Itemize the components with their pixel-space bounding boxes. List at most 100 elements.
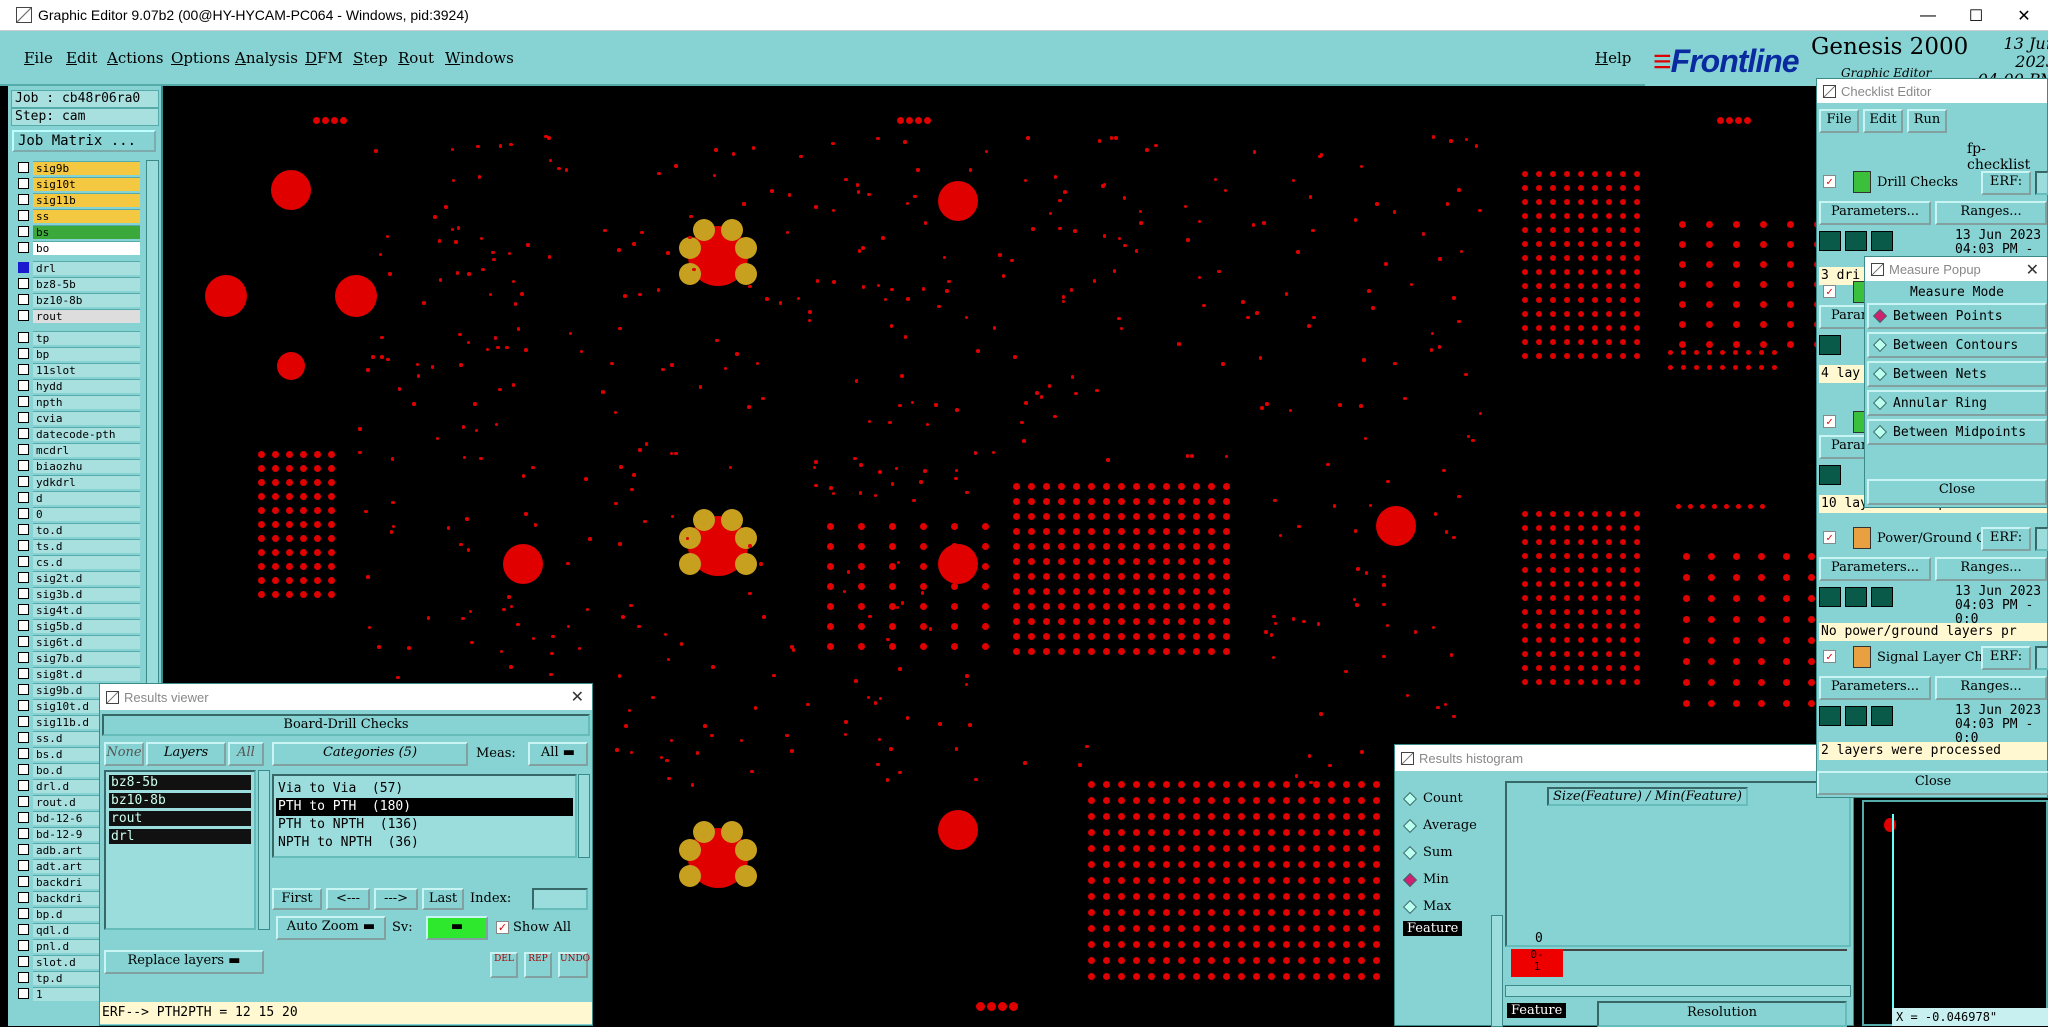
layer-row[interactable]: npth [12,394,140,409]
layer-row[interactable]: cvia [12,410,140,425]
layer-row[interactable]: sig6t.d [12,634,140,649]
layers-button[interactable]: Layers [146,742,226,766]
run-icons[interactable] [1819,465,1849,493]
layer-result-scrollbar[interactable] [258,770,270,930]
layer-row[interactable]: 11slot [12,362,140,377]
histogram-hscrollbar[interactable] [1505,985,1851,997]
replace-layers-dropdown[interactable]: Replace layers ▬ [104,950,264,974]
checklist-menu-run[interactable]: Run [1907,109,1947,133]
last-button[interactable]: Last [422,888,464,910]
histogram-left-scrollbar[interactable] [1491,915,1503,1027]
category-list[interactable]: Via to Via (57) PTH to PTH (180) PTH to NP… [272,774,577,858]
next-button[interactable]: ---> [374,888,418,910]
layer-result-list[interactable]: bz8-5b bz10-8b rout drl [104,770,256,930]
checklist-close-button[interactable]: Close [1817,771,2048,795]
layer-checkbox[interactable] [18,508,29,519]
layer-row[interactable]: cs.d [12,554,140,569]
layer-checkbox[interactable] [18,226,29,237]
none-button[interactable]: None [104,742,144,766]
checklist-menu-edit[interactable]: Edit [1863,109,1903,133]
layer-checkbox[interactable] [18,476,29,487]
layer-checkbox[interactable] [18,492,29,503]
result-layer-item[interactable]: bz8-5b [109,775,251,790]
layer-checkbox[interactable] [18,844,29,855]
result-layer-item[interactable]: bz10-8b [109,793,251,808]
layer-checkbox[interactable] [18,210,29,221]
layer-row[interactable]: 0 [12,506,140,521]
layer-row[interactable]: sig4t.d [12,602,140,617]
layer-row[interactable]: biaozhu [12,458,140,473]
layer-checkbox[interactable] [18,972,29,983]
del-icon[interactable]: DEL [490,952,518,978]
layer-row[interactable]: bp [12,346,140,361]
menu-step[interactable]: Step [353,49,388,67]
layer-checkbox[interactable] [18,412,29,423]
close-icon[interactable]: ✕ [2026,260,2039,280]
feature-selector[interactable]: Feature [1403,921,1463,936]
layer-checkbox[interactable] [18,364,29,375]
layer-row[interactable]: mcdrl [12,442,140,457]
layer-checkbox[interactable] [18,908,29,919]
layer-checkbox[interactable] [18,588,29,599]
layer-row[interactable]: bz10-8b [12,292,140,307]
check-erf-field[interactable] [2035,527,2048,551]
run-icons[interactable] [1819,587,1923,617]
layer-checkbox[interactable] [18,572,29,583]
layer-checkbox[interactable] [18,162,29,173]
menu-dfm[interactable]: DFM [305,49,343,67]
check-enable-checkbox[interactable]: ✓ [1823,415,1836,428]
layer-checkbox[interactable] [18,700,29,711]
layer-checkbox[interactable] [18,652,29,663]
run-icons[interactable] [1819,706,1923,736]
menu-options[interactable]: Options [171,49,230,67]
layer-checkbox[interactable] [18,860,29,871]
layer-checkbox[interactable] [18,178,29,189]
layer-checkbox[interactable] [18,332,29,343]
parameters-button[interactable]: Parameters... [1819,676,1931,700]
layer-checkbox[interactable] [18,988,29,999]
maximize-button[interactable]: ☐ [1952,0,2000,31]
layer-row[interactable]: sig10t [12,176,140,191]
layer-row[interactable]: sig3b.d [12,586,140,601]
first-button[interactable]: First [272,888,322,910]
layer-checkbox[interactable] [18,194,29,205]
ranges-button[interactable]: Ranges... [1935,201,2047,225]
check-enable-checkbox[interactable]: ✓ [1823,650,1836,663]
menu-file[interactable]: File [24,49,53,67]
auto-zoom-dropdown[interactable]: Auto Zoom ▬ [276,916,386,940]
check-enable-checkbox[interactable]: ✓ [1823,285,1836,298]
measure-option[interactable]: Between Points [1867,303,2047,329]
run-icons[interactable] [1819,335,1849,363]
layer-checkbox[interactable] [18,262,29,273]
meas-dropdown[interactable]: All ▬ [528,742,588,766]
job-matrix-button[interactable]: Job Matrix ... [12,130,156,152]
category-item[interactable]: PTH to PTH (180) [276,798,573,816]
layer-checkbox[interactable] [18,540,29,551]
close-icon[interactable]: ✕ [571,687,584,707]
layer-checkbox[interactable] [18,924,29,935]
show-all-checkbox[interactable]: ✓ Show All [496,920,571,935]
layer-checkbox[interactable] [18,636,29,647]
measure-option[interactable]: Annular Ring [1867,390,2047,416]
menu-rout[interactable]: Rout [398,49,434,67]
layer-row[interactable]: sig9b [12,160,140,175]
layer-checkbox[interactable] [18,524,29,535]
layer-row[interactable]: hydd [12,378,140,393]
check-enable-checkbox[interactable]: ✓ [1823,175,1836,188]
checklist-menu-file[interactable]: File [1819,109,1859,133]
result-layer-item[interactable]: drl [109,829,251,844]
layer-checkbox[interactable] [18,764,29,775]
measure-option[interactable]: Between Midpoints [1867,419,2047,445]
layer-row[interactable]: sig11b [12,192,140,207]
menu-actions[interactable]: Actions [107,49,163,67]
rep-icon[interactable]: REP [524,952,552,978]
prev-button[interactable]: <--- [326,888,370,910]
menu-windows[interactable]: Windows [445,49,514,67]
layer-row[interactable]: drl [12,260,140,275]
result-layer-item[interactable]: rout [109,811,251,826]
undo-icon[interactable]: UNDO [558,952,590,978]
layer-checkbox[interactable] [18,732,29,743]
layer-row[interactable]: d [12,490,140,505]
layer-row[interactable]: sig7b.d [12,650,140,665]
layer-row[interactable]: sig8t.d [12,666,140,681]
